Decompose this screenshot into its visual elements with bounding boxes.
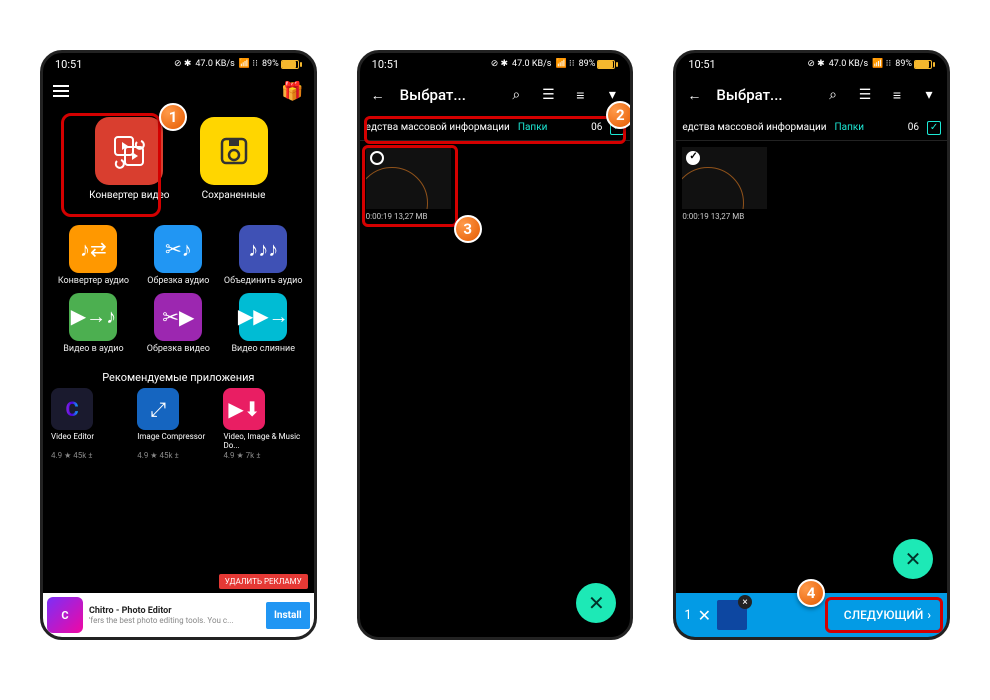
status-bar: 10:51 ⊘ ✱47.0 KB/s📶 ⁝⁝ 89% — [360, 53, 631, 75]
picker-header: ← Выбрат... ⌕ ☰ ≡ ▾ — [360, 75, 631, 115]
tile-video-to-audio[interactable]: ▶→♪ Видео в аудио — [53, 293, 134, 355]
tile-audio-converter[interactable]: ♪⇄ Конвертер аудио — [53, 225, 134, 287]
marker-3: 3 — [454, 215, 482, 243]
status-bar: 10:51 ⊘ ✱ 47.0 KB/s 📶 ⁝⁝ 89% — [43, 53, 314, 75]
tile-audio-trim[interactable]: ✂♪ Обрезка аудио — [138, 225, 219, 287]
gift-icon[interactable]: 🎁 — [281, 81, 303, 102]
bottom-ad-banner[interactable]: C Chitro - Photo Editor 'fers the best p… — [43, 593, 314, 637]
back-icon[interactable]: ← — [684, 87, 704, 104]
tab-media[interactable]: едства массовой информации — [682, 122, 826, 133]
select-all-icon[interactable]: ✓ — [927, 121, 941, 135]
more-icon[interactable]: ▾ — [919, 87, 939, 103]
ad-subtitle: 'fers the best photo editing tools. You … — [89, 616, 266, 625]
remove-ads-button[interactable]: УДАЛИТЬ РЕКЛАМУ — [219, 574, 308, 589]
back-icon[interactable]: ← — [368, 87, 388, 104]
app-header: 🎁 — [43, 75, 314, 107]
tile-audio-merge[interactable]: ♪♪♪ Объединить аудио — [223, 225, 304, 287]
highlight-3 — [362, 145, 458, 227]
search-icon[interactable]: ⌕ — [823, 87, 843, 103]
ad-app-icon: C — [47, 597, 83, 633]
highlight-4 — [825, 597, 943, 633]
rec-app[interactable]: C Video Editor 4.9 ★ 45k ± — [51, 388, 133, 460]
tile-video-trim[interactable]: ✂▶ Обрезка видео — [138, 293, 219, 355]
tile-saved[interactable]: Сохраненные — [200, 117, 268, 201]
picker-header: ← Выбрат... ⌕ ☰ ≡ ▾ — [676, 75, 947, 115]
video-thumb-selected[interactable]: 0:00:19 13,27 MB — [682, 147, 767, 221]
sort-icon[interactable]: ≡ — [887, 87, 907, 104]
hamburger-icon[interactable] — [53, 85, 69, 97]
tab-folders[interactable]: Папки — [835, 122, 865, 133]
ad-title: Chitro - Photo Editor — [89, 606, 266, 616]
rec-app[interactable]: ▶⬇ Video, Image & Music Do... 4.9 ★ 7k ± — [223, 388, 305, 460]
recommended-title: Рекомендуемые приложения — [43, 371, 314, 384]
select-circle-checked[interactable] — [686, 151, 700, 165]
clear-selection-icon[interactable]: ✕ — [698, 606, 711, 625]
recommended-apps: C Video Editor 4.9 ★ 45k ± ⤢ Image Compr… — [43, 388, 314, 460]
phone-screen-2: 10:51 ⊘ ✱47.0 KB/s📶 ⁝⁝ 89% ← Выбрат... ⌕… — [357, 50, 634, 640]
highlight-2 — [364, 116, 627, 144]
close-fab[interactable]: ✕ — [576, 583, 616, 623]
selected-count: 1 — [684, 608, 691, 623]
phone-screen-1: 10:51 ⊘ ✱ 47.0 KB/s 📶 ⁝⁝ 89% 🎁 Конвертер… — [40, 50, 317, 640]
status-bar: 10:51 ⊘ ✱47.0 KB/s📶 ⁝⁝ 89% — [676, 53, 947, 75]
status-time: 10:51 — [55, 58, 82, 71]
picker-tabs: едства массовой информации Папки 06 ✓ — [676, 115, 947, 141]
highlight-1 — [61, 113, 161, 217]
view-icon[interactable]: ☰ — [538, 87, 558, 103]
tile-label: Сохраненные — [202, 190, 266, 201]
status-right: ⊘ ✱ 47.0 KB/s 📶 ⁝⁝ 89% — [174, 59, 302, 69]
install-button[interactable]: Install — [266, 602, 310, 629]
marker-1: 1 — [159, 103, 187, 131]
sort-icon[interactable]: ≡ — [570, 87, 590, 104]
tile-video-merge[interactable]: ▶▶→ Видео слияние — [223, 293, 304, 355]
close-fab[interactable]: ✕ — [893, 539, 933, 579]
picker-title: Выбрат... — [400, 86, 495, 104]
view-icon[interactable]: ☰ — [855, 87, 875, 103]
battery-icon: 89% — [262, 59, 302, 69]
rec-app[interactable]: ⤢ Image Compressor 4.9 ★ 45k ± — [137, 388, 219, 460]
selected-thumb[interactable] — [717, 600, 747, 630]
marker-2: 2 — [606, 101, 633, 129]
search-icon[interactable]: ⌕ — [506, 87, 526, 103]
marker-4: 4 — [797, 579, 825, 607]
phone-screen-3: 10:51 ⊘ ✱47.0 KB/s📶 ⁝⁝ 89% ← Выбрат... ⌕… — [673, 50, 950, 640]
